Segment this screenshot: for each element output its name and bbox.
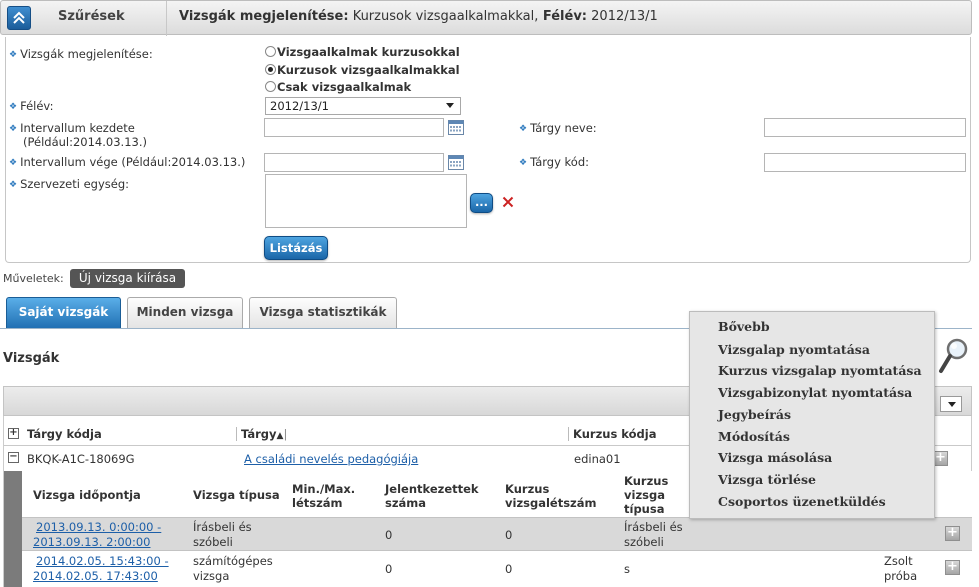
interval-end-label: ❖ Intervallum vége (Például:2014.03.13.) bbox=[9, 155, 246, 169]
summary-label-semester: Félév: bbox=[538, 9, 588, 24]
exam-time-link[interactable]: 2014.02.05. 15:43:00 - bbox=[36, 554, 169, 568]
grid-page-size-select[interactable] bbox=[940, 396, 962, 412]
subheader-course-exam-type[interactable]: Kurzus vizsga típusa bbox=[624, 474, 668, 516]
row-actions-button[interactable]: + bbox=[933, 451, 948, 466]
display-mode-label: ❖ Vizsgák megjelenítése: bbox=[9, 47, 153, 61]
course-exam-count: 0 bbox=[505, 528, 513, 542]
section-title: Vizsgák bbox=[3, 351, 60, 366]
filter-panel bbox=[5, 37, 971, 263]
new-exam-button[interactable]: Új vizsga kiírása bbox=[70, 269, 185, 288]
subheader-minmax[interactable]: Min./Max. létszám bbox=[292, 482, 355, 510]
dropdown-caret-icon bbox=[948, 402, 956, 407]
menu-item-print-course-exam-sheet[interactable]: Kurzus vizsgalap nyomtatása bbox=[718, 363, 922, 378]
summary-value-display: Kurzusok vizsgaalkalmakkal, bbox=[348, 9, 539, 24]
exam-time-link[interactable]: 2013.09.13. 2:00:00 bbox=[33, 535, 151, 549]
radio-button[interactable] bbox=[265, 46, 276, 57]
filter-header: Szűrések Vizsgák megjelenítése: Kurzusok… bbox=[0, 0, 972, 36]
column-separator bbox=[236, 427, 237, 441]
diamond-bullet-icon: ❖ bbox=[519, 158, 528, 168]
diamond-bullet-icon: ❖ bbox=[9, 158, 18, 168]
close-icon[interactable] bbox=[502, 196, 514, 208]
interval-start-hint: (Például:2014.03.13.) bbox=[23, 135, 147, 149]
exam-type: Írásbeli és szóbeli bbox=[193, 520, 252, 549]
org-unit-label: ❖ Szervezeti egység: bbox=[9, 177, 129, 191]
summary-label-display: Vizsgák megjelenítése: bbox=[179, 9, 349, 24]
course-exam-count: 0 bbox=[505, 562, 513, 576]
menu-item-enter-grades[interactable]: Jegybeírás bbox=[718, 407, 791, 422]
subrow-actions-button[interactable]: + bbox=[945, 560, 960, 575]
radio-button-checked[interactable] bbox=[265, 64, 276, 75]
subgrid-row[interactable] bbox=[22, 517, 972, 550]
diamond-bullet-icon: ❖ bbox=[9, 180, 18, 190]
radio-sessions-only[interactable]: Csak vizsgaalkalmak bbox=[265, 80, 411, 94]
semester-label: ❖ Félév: bbox=[9, 99, 54, 113]
subheader-exam-time[interactable]: Vizsga időpontja bbox=[33, 488, 141, 502]
subheader-registered[interactable]: Jelentkezettek száma bbox=[385, 482, 479, 510]
row-subject-code: BKQK-A1C-18069G bbox=[27, 452, 135, 466]
search-icon[interactable] bbox=[938, 337, 970, 377]
dropdown-caret-icon bbox=[446, 103, 454, 108]
subheader-course-count[interactable]: Kurzus vizsgalétszám bbox=[505, 482, 597, 510]
tab-all-exams[interactable]: Minden vizsga bbox=[127, 297, 243, 328]
org-unit-textarea[interactable] bbox=[265, 174, 467, 228]
subject-code-input[interactable] bbox=[764, 153, 966, 172]
interval-start-label: ❖ Intervallum kezdete bbox=[9, 121, 135, 135]
semester-value: 2012/13/1 bbox=[270, 99, 329, 113]
header-divider bbox=[166, 1, 167, 36]
row-course-code: edina01 bbox=[574, 452, 621, 466]
column-header-subject-code[interactable]: Tárgy kódja bbox=[27, 427, 102, 441]
radio-sessions-with-courses[interactable]: Kurzusok vizsgaalkalmakkal bbox=[265, 63, 460, 77]
menu-item-details[interactable]: Bővebb bbox=[718, 319, 770, 334]
exam-time-link[interactable]: 2014.02.05. 17:43:00 bbox=[33, 569, 158, 583]
collapse-row-icon[interactable]: − bbox=[8, 452, 19, 463]
radio-button[interactable] bbox=[265, 81, 276, 92]
subject-name-label: ❖ Tárgy neve: bbox=[519, 121, 597, 135]
tab-own-exams[interactable]: Saját vizsgák bbox=[6, 297, 121, 328]
column-header-course-code[interactable]: Kurzus kódja bbox=[573, 427, 656, 441]
tab-exam-statistics[interactable]: Vizsga statisztikák bbox=[249, 297, 397, 328]
filter-title: Szűrések bbox=[58, 9, 125, 24]
diamond-bullet-icon: ❖ bbox=[9, 102, 18, 112]
menu-item-print-exam-certificate[interactable]: Vizsgabizonylat nyomtatása bbox=[718, 385, 912, 400]
calendar-icon[interactable] bbox=[448, 155, 464, 170]
radio-courses-with-sessions[interactable]: Vizsgaalkalmak kurzusokkal bbox=[265, 45, 460, 59]
diamond-bullet-icon: ❖ bbox=[519, 124, 528, 134]
registered-count: 0 bbox=[385, 562, 393, 576]
diamond-bullet-icon: ❖ bbox=[9, 50, 18, 60]
browse-org-unit-button[interactable]: ... bbox=[470, 193, 493, 213]
exam-time-link[interactable]: 2013.09.13. 0:00:00 - bbox=[36, 520, 161, 534]
semester-select[interactable]: 2012/13/1 bbox=[265, 97, 461, 115]
list-button[interactable]: Listázás bbox=[264, 236, 328, 260]
expand-all-icon[interactable]: + bbox=[8, 428, 19, 439]
exam-type: számítógépes vizsga bbox=[193, 554, 273, 583]
course-exam-type: Írásbeli és szóbeli bbox=[624, 520, 683, 549]
subject-name-input[interactable] bbox=[764, 118, 966, 137]
subrow-actions-button[interactable]: + bbox=[945, 526, 960, 541]
subgrid-indent bbox=[4, 471, 22, 587]
diamond-bullet-icon: ❖ bbox=[9, 124, 18, 134]
menu-item-delete-exam[interactable]: Vizsga törlése bbox=[718, 472, 816, 487]
menu-item-modify[interactable]: Módosítás bbox=[718, 429, 790, 444]
interval-start-input[interactable] bbox=[264, 118, 444, 137]
filter-summary: Vizsgák megjelenítése: Kurzusok vizsgaal… bbox=[179, 9, 658, 24]
menu-item-group-message[interactable]: Csoportos üzenetküldés bbox=[718, 494, 886, 509]
interval-end-input[interactable] bbox=[264, 153, 444, 172]
operations-label: Műveletek: bbox=[3, 272, 64, 285]
double-chevron-up-icon bbox=[13, 11, 25, 24]
exam-extra-info: Zsolt próba bbox=[884, 554, 918, 583]
column-separator bbox=[568, 427, 569, 441]
calendar-icon[interactable] bbox=[448, 120, 464, 135]
subject-code-label: ❖ Tárgy kód: bbox=[519, 155, 589, 169]
summary-value-semester: 2012/13/1 bbox=[587, 9, 658, 24]
subheader-exam-type[interactable]: Vizsga típusa bbox=[193, 488, 280, 502]
row-subject-link[interactable]: A családi nevelés pedagógiája bbox=[244, 452, 418, 466]
context-menu: Bővebb Vizsgalap nyomtatása Kurzus vizsg… bbox=[689, 311, 935, 519]
menu-item-copy-exam[interactable]: Vizsga másolása bbox=[718, 450, 832, 465]
menu-item-print-exam-sheet[interactable]: Vizsgalap nyomtatása bbox=[718, 342, 870, 357]
registered-count: 0 bbox=[385, 528, 393, 542]
collapse-button[interactable] bbox=[7, 6, 31, 30]
column-header-subject[interactable]: Tárgy▲| bbox=[241, 427, 287, 441]
course-exam-type: s bbox=[624, 562, 630, 576]
